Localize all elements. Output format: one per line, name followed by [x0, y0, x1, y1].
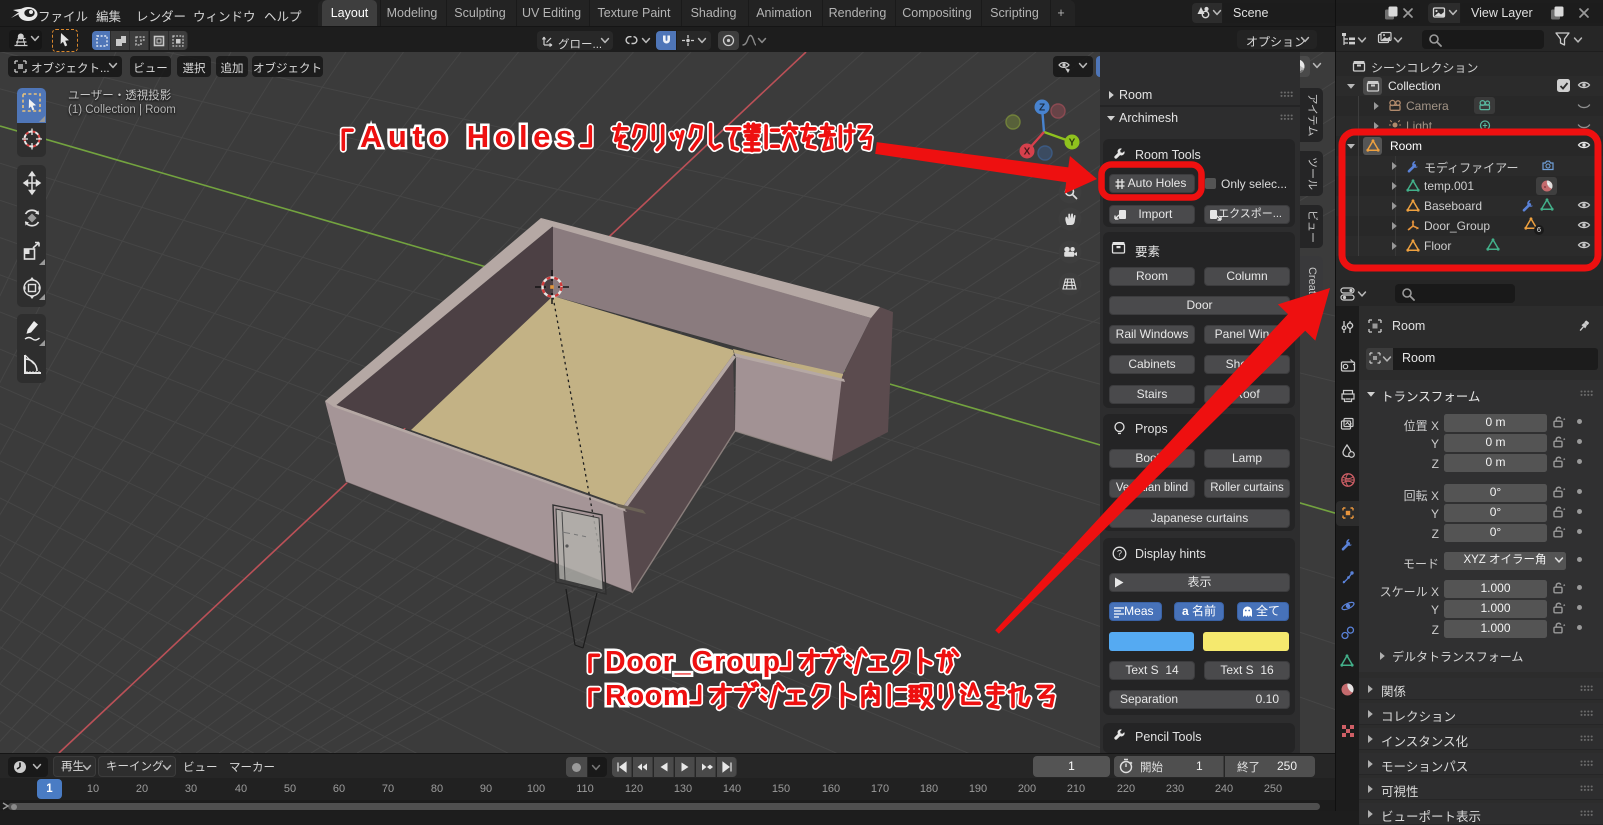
svg-text:X: X [1024, 146, 1031, 157]
svg-text:?: ? [1117, 549, 1122, 559]
svg-text:Z: Z [1039, 102, 1045, 113]
svg-text:Y: Y [1069, 137, 1076, 148]
